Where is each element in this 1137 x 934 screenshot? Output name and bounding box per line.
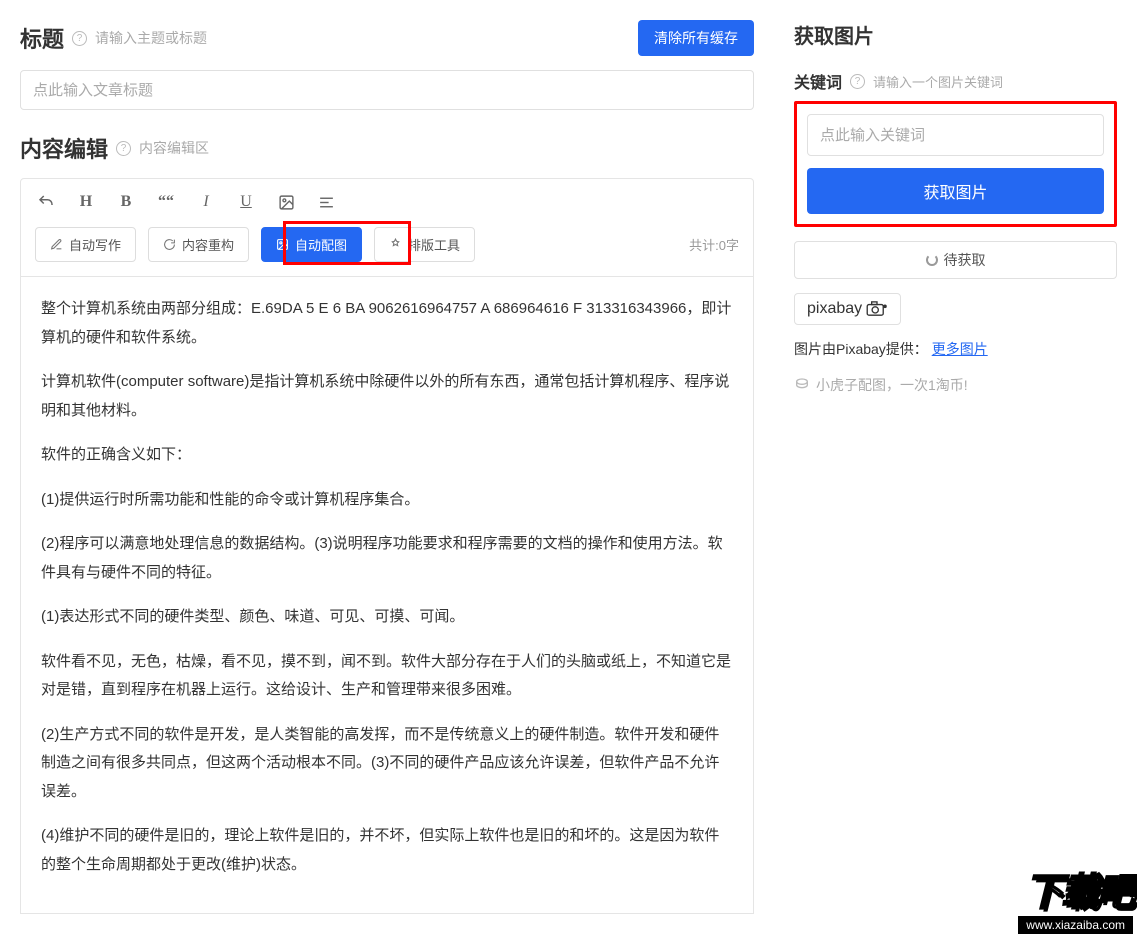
keyword-input[interactable]: [807, 114, 1104, 156]
paragraph: (1)提供运行时所需功能和性能的命令或计算机程序集合。: [41, 486, 733, 515]
paragraph: 整个计算机系统由两部分组成：E.69DA 5 E 6 BA 9062616964…: [41, 295, 733, 352]
undo-icon[interactable]: [35, 191, 57, 213]
help-icon[interactable]: ?: [116, 141, 131, 156]
title-label: 标题: [20, 22, 64, 54]
paragraph: 计算机软件(computer software)是指计算机系统中除硬件以外的所有…: [41, 368, 733, 425]
article-title-input[interactable]: [20, 70, 754, 110]
paragraph: (2)生产方式不同的软件是开发，是人类智能的高发挥，而不是传统意义上的硬件制造。…: [41, 721, 733, 807]
sidebar: 获取图片 关键词 ? 请输入一个图片关键词 获取图片 待获取 pixabay 图…: [774, 0, 1137, 934]
coin-icon: [794, 377, 810, 393]
auto-write-label: 自动写作: [69, 235, 121, 254]
watermark-url: www.xiazaiba.com: [1018, 916, 1133, 934]
italic-icon[interactable]: I: [195, 191, 217, 213]
auto-image-button[interactable]: 自动配图: [261, 227, 362, 262]
underline-icon[interactable]: U: [235, 191, 257, 213]
paragraph: (1)表达形式不同的硬件类型、颜色、味道、可见、可摸、可闻。: [41, 603, 733, 632]
pixabay-badge: pixabay: [794, 293, 901, 325]
title-header: 标题 ? 请输入主题或标题 清除所有缓存: [20, 20, 754, 56]
editor-toolbar: H B ““ I U 自动写作 内容重构: [20, 178, 754, 277]
bold-icon[interactable]: B: [115, 191, 137, 213]
paragraph: 软件的正确含义如下：: [41, 441, 733, 470]
quote-icon[interactable]: ““: [155, 191, 177, 213]
word-count: 共计:0字: [689, 235, 739, 254]
image-icon[interactable]: [275, 191, 297, 213]
watermark: 下载吧 www.xiazaiba.com: [1018, 861, 1133, 934]
camera-icon: [866, 301, 888, 317]
help-icon[interactable]: ?: [72, 31, 87, 46]
content-hint: 内容编辑区: [139, 138, 209, 158]
pending-label: 待获取: [944, 250, 986, 270]
image-source-line: 图片由Pixabay提供： 更多图片: [794, 339, 1117, 359]
more-images-link[interactable]: 更多图片: [932, 341, 988, 357]
content-header: 内容编辑 ? 内容编辑区: [20, 132, 754, 164]
spinner-icon: [926, 254, 938, 266]
auto-image-label: 自动配图: [295, 235, 347, 254]
pending-button[interactable]: 待获取: [794, 241, 1117, 279]
title-hint: 请输入主题或标题: [95, 28, 207, 48]
layout-tool-label: 排版工具: [408, 235, 460, 254]
keyword-label: 关键词: [794, 69, 842, 93]
paragraph: 软件看不见，无色，枯燥，看不见，摸不到，闻不到。软件大部分存在于人们的头脑或纸上…: [41, 648, 733, 705]
auto-write-button[interactable]: 自动写作: [35, 227, 136, 262]
clear-cache-button[interactable]: 清除所有缓存: [638, 20, 754, 56]
keyword-hint: 请输入一个图片关键词: [873, 72, 1003, 91]
source-prefix: 图片由Pixabay提供：: [794, 341, 928, 357]
restructure-label: 内容重构: [182, 235, 234, 254]
coin-note: 小虎子配图，一次1淘币!: [794, 375, 1117, 395]
layout-tool-button[interactable]: 排版工具: [374, 227, 475, 262]
content-label: 内容编辑: [20, 132, 108, 164]
paragraph: (2)程序可以满意地处理信息的数据结构。(3)说明程序功能要求和程序需要的文档的…: [41, 530, 733, 587]
fetch-image-button[interactable]: 获取图片: [807, 168, 1104, 214]
heading-icon[interactable]: H: [75, 191, 97, 213]
restructure-button[interactable]: 内容重构: [148, 227, 249, 262]
align-left-icon[interactable]: [315, 191, 337, 213]
fetch-image-title: 获取图片: [794, 20, 1117, 49]
coin-text: 小虎子配图，一次1淘币!: [816, 375, 968, 395]
paragraph: (4)维护不同的硬件是旧的，理论上软件是旧的，并不坏，但实际上软件也是旧的和坏的…: [41, 822, 733, 879]
pixabay-text: pixabay: [807, 300, 862, 318]
keyword-highlight-box: 获取图片: [794, 101, 1117, 227]
watermark-logo: 下载吧: [1018, 861, 1133, 916]
help-icon[interactable]: ?: [850, 74, 865, 89]
main-column: 标题 ? 请输入主题或标题 清除所有缓存 内容编辑 ? 内容编辑区 H B ““…: [0, 0, 774, 934]
editor-body[interactable]: 整个计算机系统由两部分组成：E.69DA 5 E 6 BA 9062616964…: [20, 277, 754, 914]
